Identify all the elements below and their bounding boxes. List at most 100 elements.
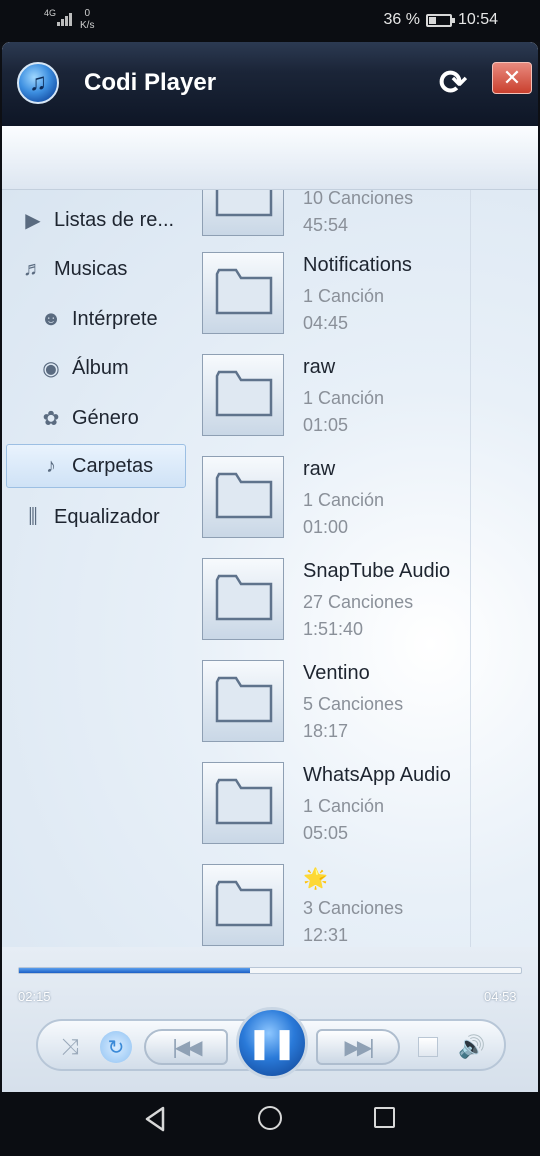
sidebar-item-label: Equalizador bbox=[54, 505, 160, 528]
folder-music-icon: ♪ bbox=[46, 454, 56, 477]
recent-apps-icon[interactable] bbox=[374, 1107, 395, 1128]
folder-icon bbox=[202, 864, 284, 946]
stop-button[interactable] bbox=[416, 1035, 440, 1059]
player-panel: 02:15 04:53 ⤨ ↻ |◀◀ ▶▶| ❚❚ 🔊 bbox=[2, 947, 538, 1092]
sidebar-item-playlists[interactable]: ▶ Listas de re... bbox=[20, 198, 174, 242]
seek-bar[interactable] bbox=[18, 967, 522, 974]
status-bar: 4G 0 K/s 36 % 10:54 bbox=[0, 0, 540, 42]
sidebar-item-artist[interactable]: ☻ Intérprete bbox=[38, 297, 158, 341]
sidebar-item-label: Álbum bbox=[72, 356, 129, 379]
folder-name: raw bbox=[303, 458, 336, 480]
pause-button[interactable]: ❚❚ bbox=[236, 1007, 308, 1079]
repeat-button[interactable]: ↻ bbox=[100, 1031, 132, 1063]
disc-icon: ◉ bbox=[42, 357, 60, 380]
content-area: ▶ Listas de re... ♬ Musicas ☻ Intérprete… bbox=[2, 190, 538, 947]
list-item[interactable]: 🌟 3 Canciones 12:31 bbox=[192, 864, 470, 947]
list-item[interactable]: WhatsApp Audio 1 Canción 05:05 bbox=[192, 762, 470, 864]
sidebar: ▶ Listas de re... ♬ Musicas ☻ Intérprete… bbox=[2, 190, 192, 947]
previous-icon: |◀◀ bbox=[172, 1036, 203, 1059]
back-icon[interactable] bbox=[144, 1106, 166, 1132]
sidebar-item-folders[interactable]: ♪ Carpetas bbox=[6, 444, 186, 488]
signal-group: 4G bbox=[44, 8, 73, 26]
sidebar-item-equalizer[interactable]: ⫼ Equalizador bbox=[20, 495, 160, 539]
shuffle-icon: ⤨ bbox=[61, 1034, 79, 1059]
playback-controls: ⤨ ↻ |◀◀ ▶▶| ❚❚ 🔊 bbox=[36, 1007, 506, 1079]
folder-name: WhatsApp Audio bbox=[303, 764, 451, 786]
status-left: 4G 0 K/s bbox=[44, 8, 94, 32]
sidebar-item-genre[interactable]: ✿ Género bbox=[38, 396, 139, 440]
folder-icon bbox=[202, 252, 284, 334]
folder-icon bbox=[202, 762, 284, 844]
folder-duration: 01:05 bbox=[303, 415, 349, 435]
toolbar-strip bbox=[2, 126, 538, 190]
folder-song-count: 1 Canción bbox=[303, 388, 385, 408]
music-note-icon: ♬ bbox=[23, 257, 43, 280]
music-note-icon: ♫ bbox=[17, 62, 59, 104]
sidebar-item-label: Género bbox=[72, 406, 139, 429]
network-speed-value: 0 bbox=[84, 8, 91, 19]
folder-name: 🌟 bbox=[303, 868, 328, 890]
folder-duration: 12:31 bbox=[303, 925, 349, 945]
folder-song-count: 5 Canciones bbox=[303, 694, 404, 714]
folder-duration: 1:51:40 bbox=[303, 619, 364, 639]
close-button[interactable]: ✕ bbox=[492, 62, 532, 94]
list-item[interactable]: 10 Canciones 45:54 bbox=[192, 190, 470, 256]
sidebar-item-label: Musicas bbox=[54, 257, 128, 280]
folder-name: Ventino bbox=[303, 662, 370, 684]
list-item[interactable]: Notifications 1 Canción 04:45 bbox=[192, 252, 470, 354]
list-item[interactable]: raw 1 Canción 01:00 bbox=[192, 456, 470, 558]
network-speed-unit: K/s bbox=[80, 20, 95, 31]
battery-fill bbox=[428, 16, 436, 24]
folder-song-count: 10 Canciones bbox=[303, 190, 414, 208]
refresh-icon: ⟳ bbox=[438, 64, 468, 102]
sidebar-item-music[interactable]: ♬ Musicas bbox=[20, 247, 127, 291]
repeat-icon: ↻ bbox=[107, 1036, 125, 1059]
sidebar-item-album[interactable]: ◉ Álbum bbox=[38, 346, 129, 390]
next-button[interactable]: ▶▶| bbox=[316, 1029, 400, 1065]
playlist-icon: ▶ bbox=[25, 209, 41, 232]
shuffle-button[interactable]: ⤨ bbox=[56, 1033, 84, 1061]
folder-name: raw bbox=[303, 356, 336, 378]
folder-name: Notifications bbox=[303, 254, 412, 276]
folder-list[interactable]: 10 Canciones 45:54 Notifications 1 Canci… bbox=[192, 190, 470, 947]
folder-song-count: 1 Canción bbox=[303, 796, 385, 816]
folder-song-count: 27 Canciones bbox=[303, 592, 414, 612]
right-column bbox=[470, 190, 538, 947]
folder-name: SnapTube Audio bbox=[303, 560, 451, 582]
folder-icon bbox=[202, 456, 284, 538]
folder-duration: 01:00 bbox=[303, 517, 349, 537]
volume-button[interactable]: 🔊 bbox=[452, 1031, 492, 1063]
equalizer-icon: ⫼ bbox=[28, 505, 38, 528]
stop-icon bbox=[418, 1037, 438, 1057]
elapsed-time: 02:15 bbox=[18, 989, 51, 1004]
list-item[interactable]: raw 1 Canción 01:05 bbox=[192, 354, 470, 456]
folder-duration: 05:05 bbox=[303, 823, 349, 843]
list-item[interactable]: Ventino 5 Canciones 18:17 bbox=[192, 660, 470, 762]
list-item[interactable]: SnapTube Audio 27 Canciones 1:51:40 bbox=[192, 558, 470, 660]
sidebar-item-label: Carpetas bbox=[72, 454, 154, 477]
folder-duration: 18:17 bbox=[303, 721, 349, 741]
home-icon[interactable] bbox=[258, 1106, 282, 1130]
sidebar-item-label: Listas de re... bbox=[54, 208, 175, 231]
folder-icon bbox=[202, 558, 284, 640]
folder-song-count: 1 Canción bbox=[303, 490, 385, 510]
sidebar-item-label: Intérprete bbox=[72, 307, 158, 330]
total-time: 04:53 bbox=[484, 989, 517, 1004]
folder-icon bbox=[202, 660, 284, 742]
previous-button[interactable]: |◀◀ bbox=[144, 1029, 228, 1065]
signal-strength-icon bbox=[57, 10, 73, 26]
folder-icon bbox=[202, 190, 284, 236]
close-icon: ✕ bbox=[502, 65, 522, 90]
next-icon: ▶▶| bbox=[344, 1036, 375, 1059]
folder-song-count: 3 Canciones bbox=[303, 898, 404, 918]
network-speed: 0 K/s bbox=[80, 8, 94, 32]
artist-icon: ☻ bbox=[40, 307, 62, 330]
folder-icon bbox=[202, 354, 284, 436]
network-type: 4G bbox=[44, 8, 57, 18]
status-right: 36 % 10:54 bbox=[383, 11, 498, 29]
folder-duration: 45:54 bbox=[303, 215, 349, 235]
title-bar: ♫ Codi Player ⟳ ✕ bbox=[2, 42, 538, 126]
seek-bar-fill bbox=[19, 968, 250, 973]
app-window: ♫ Codi Player ⟳ ✕ ▶ Listas de re... ♬ Mu… bbox=[2, 42, 538, 1092]
refresh-button[interactable]: ⟳ bbox=[434, 64, 472, 102]
